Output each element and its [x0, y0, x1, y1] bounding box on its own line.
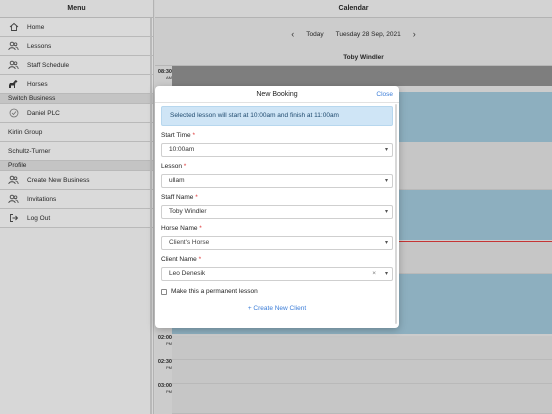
new-booking-modal: New Booking Close Selected lesson will s… [155, 86, 399, 328]
client-name-select[interactable]: Leo Denesik × ▾ [161, 267, 393, 281]
chevron-down-icon: ▾ [384, 147, 388, 153]
modal-scrollbar[interactable] [395, 104, 397, 324]
permanent-lesson-checkbox[interactable] [161, 288, 167, 295]
chevron-down-icon: ▾ [384, 271, 388, 277]
staff-name-select[interactable]: Toby Windler ▾ [161, 205, 393, 219]
chevron-down-icon: ▾ [384, 240, 388, 246]
horse-name-select[interactable]: Client's Horse ▾ [161, 236, 393, 250]
chevron-down-icon: ▾ [384, 178, 388, 184]
lesson-label: Lesson * [161, 163, 187, 170]
horse-name-label: Horse Name * [161, 225, 202, 232]
start-time-label: Start Time * [161, 132, 195, 139]
close-button[interactable]: Close [376, 86, 393, 103]
modal-body: Selected lesson will start at 10:00am an… [155, 106, 399, 312]
modal-header: New Booking Close [155, 86, 399, 103]
lesson-time-info: Selected lesson will start at 10:00am an… [161, 106, 393, 126]
plus-icon: + [247, 305, 252, 312]
start-time-select[interactable]: 10:00am ▾ [161, 143, 393, 157]
permanent-lesson-label: Make this a permanent lesson [171, 288, 258, 295]
clear-icon[interactable]: × [372, 268, 376, 280]
chevron-down-icon: ▾ [384, 209, 388, 215]
create-new-client-label: Create New Client [253, 305, 307, 312]
modal-title: New Booking [256, 91, 298, 98]
client-name-label: Client Name * [161, 256, 202, 263]
staff-name-label: Staff Name * [161, 194, 198, 201]
permanent-lesson-row[interactable]: Make this a permanent lesson [161, 288, 393, 295]
create-new-client-button[interactable]: + Create New Client [161, 305, 393, 312]
lesson-select[interactable]: ullam ▾ [161, 174, 393, 188]
